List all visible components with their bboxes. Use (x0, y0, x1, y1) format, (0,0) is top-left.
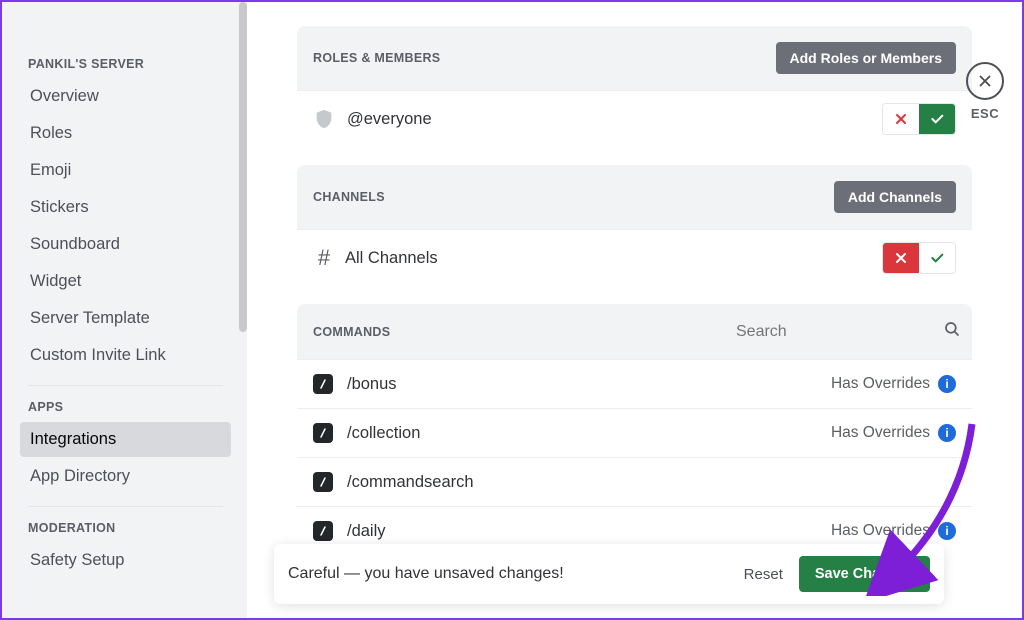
search-icon (943, 320, 961, 343)
channels-card: CHANNELS Add Channels # All Channels (297, 165, 972, 286)
unsaved-text: Careful — you have unsaved changes! (288, 565, 728, 583)
commands-card: COMMANDS /bonus Has Overrides i /collect… (297, 304, 972, 555)
info-icon[interactable]: i (938, 375, 956, 393)
sidebar-item-safety-setup[interactable]: Safety Setup (20, 543, 231, 578)
sidebar-item-label: Server Template (30, 309, 150, 327)
main-content: ROLES & MEMBERS Add Roles or Members @ev… (247, 2, 1022, 618)
roles-members-title: ROLES & MEMBERS (313, 51, 440, 65)
sidebar-separator (28, 385, 223, 386)
sidebar-item-emoji[interactable]: Emoji (20, 153, 231, 188)
x-icon (893, 250, 909, 266)
permission-toggle (882, 103, 956, 135)
sidebar-item-label: Widget (30, 272, 81, 290)
command-name: /commandsearch (347, 473, 956, 492)
roles-members-card: ROLES & MEMBERS Add Roles or Members @ev… (297, 26, 972, 147)
role-row-everyone: @everyone (297, 90, 972, 147)
close-button[interactable] (966, 62, 1004, 100)
check-icon (929, 111, 945, 127)
sidebar-item-label: Roles (30, 124, 72, 142)
sidebar-separator (28, 506, 223, 507)
sidebar-item-integrations[interactable]: Integrations (20, 422, 231, 457)
sidebar-item-widget[interactable]: Widget (20, 264, 231, 299)
sidebar-item-label: Overview (30, 87, 99, 105)
role-label: @everyone (347, 110, 882, 129)
command-row[interactable]: /bonus Has Overrides i (297, 359, 972, 408)
command-row[interactable]: /commandsearch (297, 457, 972, 506)
sidebar-item-app-directory[interactable]: App Directory (20, 459, 231, 494)
sidebar-item-label: Stickers (30, 198, 89, 216)
override-label: Has Overrides (831, 424, 930, 442)
deny-button[interactable] (883, 104, 919, 134)
command-row[interactable]: /collection Has Overrides i (297, 408, 972, 457)
deny-button[interactable] (883, 243, 919, 273)
add-roles-button[interactable]: Add Roles or Members (776, 42, 956, 74)
reset-button[interactable]: Reset (728, 558, 799, 591)
x-icon (893, 111, 909, 127)
sidebar-item-custom-invite[interactable]: Custom Invite Link (20, 338, 231, 373)
sidebar-heading-apps: APPS (28, 400, 223, 414)
shield-icon (313, 108, 335, 130)
sidebar-item-label: Soundboard (30, 235, 120, 253)
command-name: /collection (347, 424, 831, 443)
slash-command-icon (313, 521, 333, 541)
sidebar-item-overview[interactable]: Overview (20, 79, 231, 114)
slash-command-icon (313, 374, 333, 394)
info-icon[interactable]: i (938, 522, 956, 540)
sidebar-item-soundboard[interactable]: Soundboard (20, 227, 231, 262)
hash-icon: # (313, 245, 335, 271)
sidebar-item-label: Integrations (30, 430, 116, 448)
close-esc: ESC (966, 62, 1004, 121)
channel-row-all: # All Channels (297, 229, 972, 286)
save-changes-button[interactable]: Save Changes (799, 556, 930, 592)
allow-button[interactable] (919, 243, 955, 273)
add-channels-button[interactable]: Add Channels (834, 181, 956, 213)
sidebar-item-stickers[interactable]: Stickers (20, 190, 231, 225)
permission-toggle (882, 242, 956, 274)
info-icon[interactable]: i (938, 424, 956, 442)
search-input[interactable] (736, 323, 943, 341)
sidebar: PANKIL'S SERVER Overview Roles Emoji Sti… (2, 2, 247, 618)
close-icon (976, 72, 994, 90)
slash-command-icon (313, 472, 333, 492)
allow-button[interactable] (919, 104, 955, 134)
channel-label: All Channels (345, 249, 882, 268)
sidebar-heading-moderation: MODERATION (28, 521, 223, 535)
unsaved-changes-bar: Careful — you have unsaved changes! Rese… (274, 544, 944, 604)
sidebar-item-label: Safety Setup (30, 551, 124, 569)
sidebar-item-label: Custom Invite Link (30, 346, 166, 364)
command-name: /daily (347, 522, 831, 541)
override-label: Has Overrides (831, 375, 930, 393)
commands-title: COMMANDS (313, 325, 390, 339)
sidebar-item-roles[interactable]: Roles (20, 116, 231, 151)
sidebar-heading-server: PANKIL'S SERVER (28, 57, 223, 71)
slash-command-icon (313, 423, 333, 443)
sidebar-item-label: App Directory (30, 467, 130, 485)
commands-search (736, 320, 956, 343)
sidebar-scrollbar[interactable] (239, 2, 247, 332)
sidebar-item-server-template[interactable]: Server Template (20, 301, 231, 336)
check-icon (929, 250, 945, 266)
sidebar-item-label: Emoji (30, 161, 71, 179)
channels-title: CHANNELS (313, 190, 385, 204)
command-name: /bonus (347, 375, 831, 394)
override-label: Has Overrides (831, 522, 930, 540)
esc-label: ESC (966, 106, 1004, 121)
